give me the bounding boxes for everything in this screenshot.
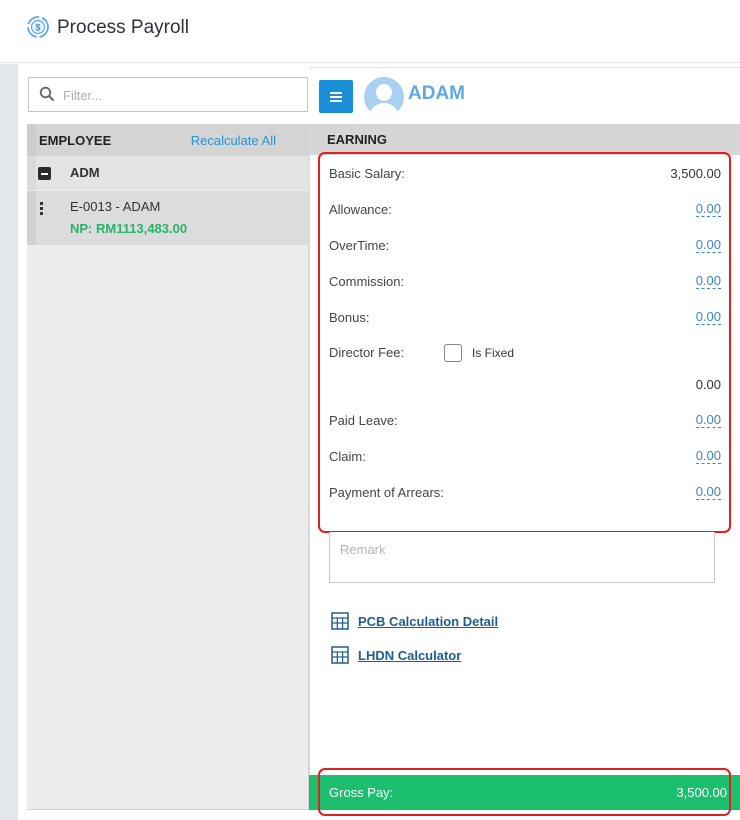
- is-fixed-label: Is Fixed: [472, 346, 515, 360]
- remark-input[interactable]: [329, 532, 715, 583]
- basic-salary-row: Basic Salary: 3,500.00: [329, 164, 721, 184]
- filter-input[interactable]: [63, 85, 299, 105]
- employee-column-label: EMPLOYEE: [39, 133, 112, 148]
- paid-leave-value[interactable]: 0.00: [695, 413, 721, 428]
- basic-salary-value: 3,500.00: [670, 166, 721, 181]
- calculator-icon: [331, 612, 349, 630]
- pcb-calculation-link[interactable]: PCB Calculation Detail: [331, 612, 531, 632]
- recalculate-all-link[interactable]: Recalculate All: [191, 133, 276, 148]
- commission-row: Commission: 0.00: [329, 272, 721, 292]
- commission-value[interactable]: 0.00: [695, 274, 721, 289]
- director-fee-value[interactable]: 0.00: [696, 377, 721, 392]
- more-options-icon[interactable]: [40, 202, 44, 216]
- claim-value[interactable]: 0.00: [695, 449, 721, 464]
- basic-salary-label: Basic Salary:: [329, 166, 405, 181]
- commission-label: Commission:: [329, 274, 405, 289]
- paid-leave-row: Paid Leave: 0.00: [329, 411, 721, 431]
- lhdn-link-label[interactable]: LHDN Calculator: [358, 648, 461, 663]
- net-pay-label: NP: RM1113,483.00: [70, 221, 188, 236]
- row-bar: [27, 191, 36, 245]
- employee-name-title: ADAM: [408, 83, 465, 104]
- row-bar: [27, 156, 36, 190]
- claim-row: Claim: 0.00: [329, 447, 721, 467]
- overtime-value[interactable]: 0.00: [695, 238, 721, 253]
- is-fixed-checkbox[interactable]: [444, 344, 462, 362]
- filter-box: [28, 77, 308, 112]
- svg-text:$: $: [35, 23, 40, 33]
- arrears-row: Payment of Arrears: 0.00: [329, 483, 721, 503]
- group-row-adm[interactable]: ADM: [27, 156, 309, 190]
- paid-leave-label: Paid Leave:: [329, 413, 398, 428]
- lhdn-calculator-link[interactable]: LHDN Calculator: [331, 646, 491, 666]
- employee-code-name: E-0013 - ADAM: [70, 199, 161, 214]
- hamburger-icon: [330, 92, 342, 94]
- divider: [309, 155, 310, 775]
- director-fee-row: Director Fee: Is Fixed: [329, 343, 721, 363]
- gross-pay-label: Gross Pay:: [329, 785, 394, 800]
- overtime-label: OverTime:: [329, 238, 390, 253]
- employee-list-header: EMPLOYEE Recalculate All: [27, 124, 309, 156]
- divider: [309, 67, 740, 68]
- pcb-link-label[interactable]: PCB Calculation Detail: [358, 614, 498, 629]
- director-fee-label: Director Fee:: [329, 345, 405, 360]
- arrears-value[interactable]: 0.00: [695, 485, 721, 500]
- allowance-label: Allowance:: [329, 202, 392, 217]
- collapse-icon[interactable]: [38, 167, 51, 180]
- bonus-value[interactable]: 0.00: [695, 310, 721, 325]
- avatar: [364, 77, 404, 117]
- gross-pay-bar: Gross Pay: 3,500.00: [309, 775, 740, 810]
- app-sidebar-gutter: [0, 64, 18, 820]
- earning-section-header: EARNING: [309, 124, 740, 155]
- payroll-cycle-icon: $: [27, 16, 49, 38]
- calculator-icon: [331, 646, 349, 664]
- app-header: $ Process Payroll: [0, 0, 740, 63]
- payroll-detail-panel: ADAM EARNING Basic Salary: 3,500.00 Allo…: [309, 64, 740, 820]
- director-fee-amount-row: 0.00: [329, 375, 721, 395]
- employee-panel: EMPLOYEE Recalculate All ADM E-0013 - AD…: [27, 64, 309, 810]
- filter-area: [27, 64, 309, 124]
- employee-row[interactable]: E-0013 - ADAM NP: RM1113,483.00: [27, 191, 309, 245]
- allowance-value[interactable]: 0.00: [695, 202, 721, 217]
- claim-label: Claim:: [329, 449, 366, 464]
- arrears-label: Payment of Arrears:: [329, 485, 444, 500]
- bonus-row: Bonus: 0.00: [329, 308, 721, 328]
- menu-button[interactable]: [319, 80, 353, 113]
- header-bar: [27, 124, 36, 156]
- search-icon: [39, 86, 55, 102]
- page-title: Process Payroll: [57, 17, 189, 38]
- bonus-label: Bonus:: [329, 310, 370, 325]
- gross-pay-value: 3,500.00: [676, 785, 727, 800]
- earning-title: EARNING: [327, 132, 387, 147]
- allowance-row: Allowance: 0.00: [329, 200, 721, 220]
- group-label: ADM: [70, 165, 100, 180]
- overtime-row: OverTime: 0.00: [329, 236, 721, 256]
